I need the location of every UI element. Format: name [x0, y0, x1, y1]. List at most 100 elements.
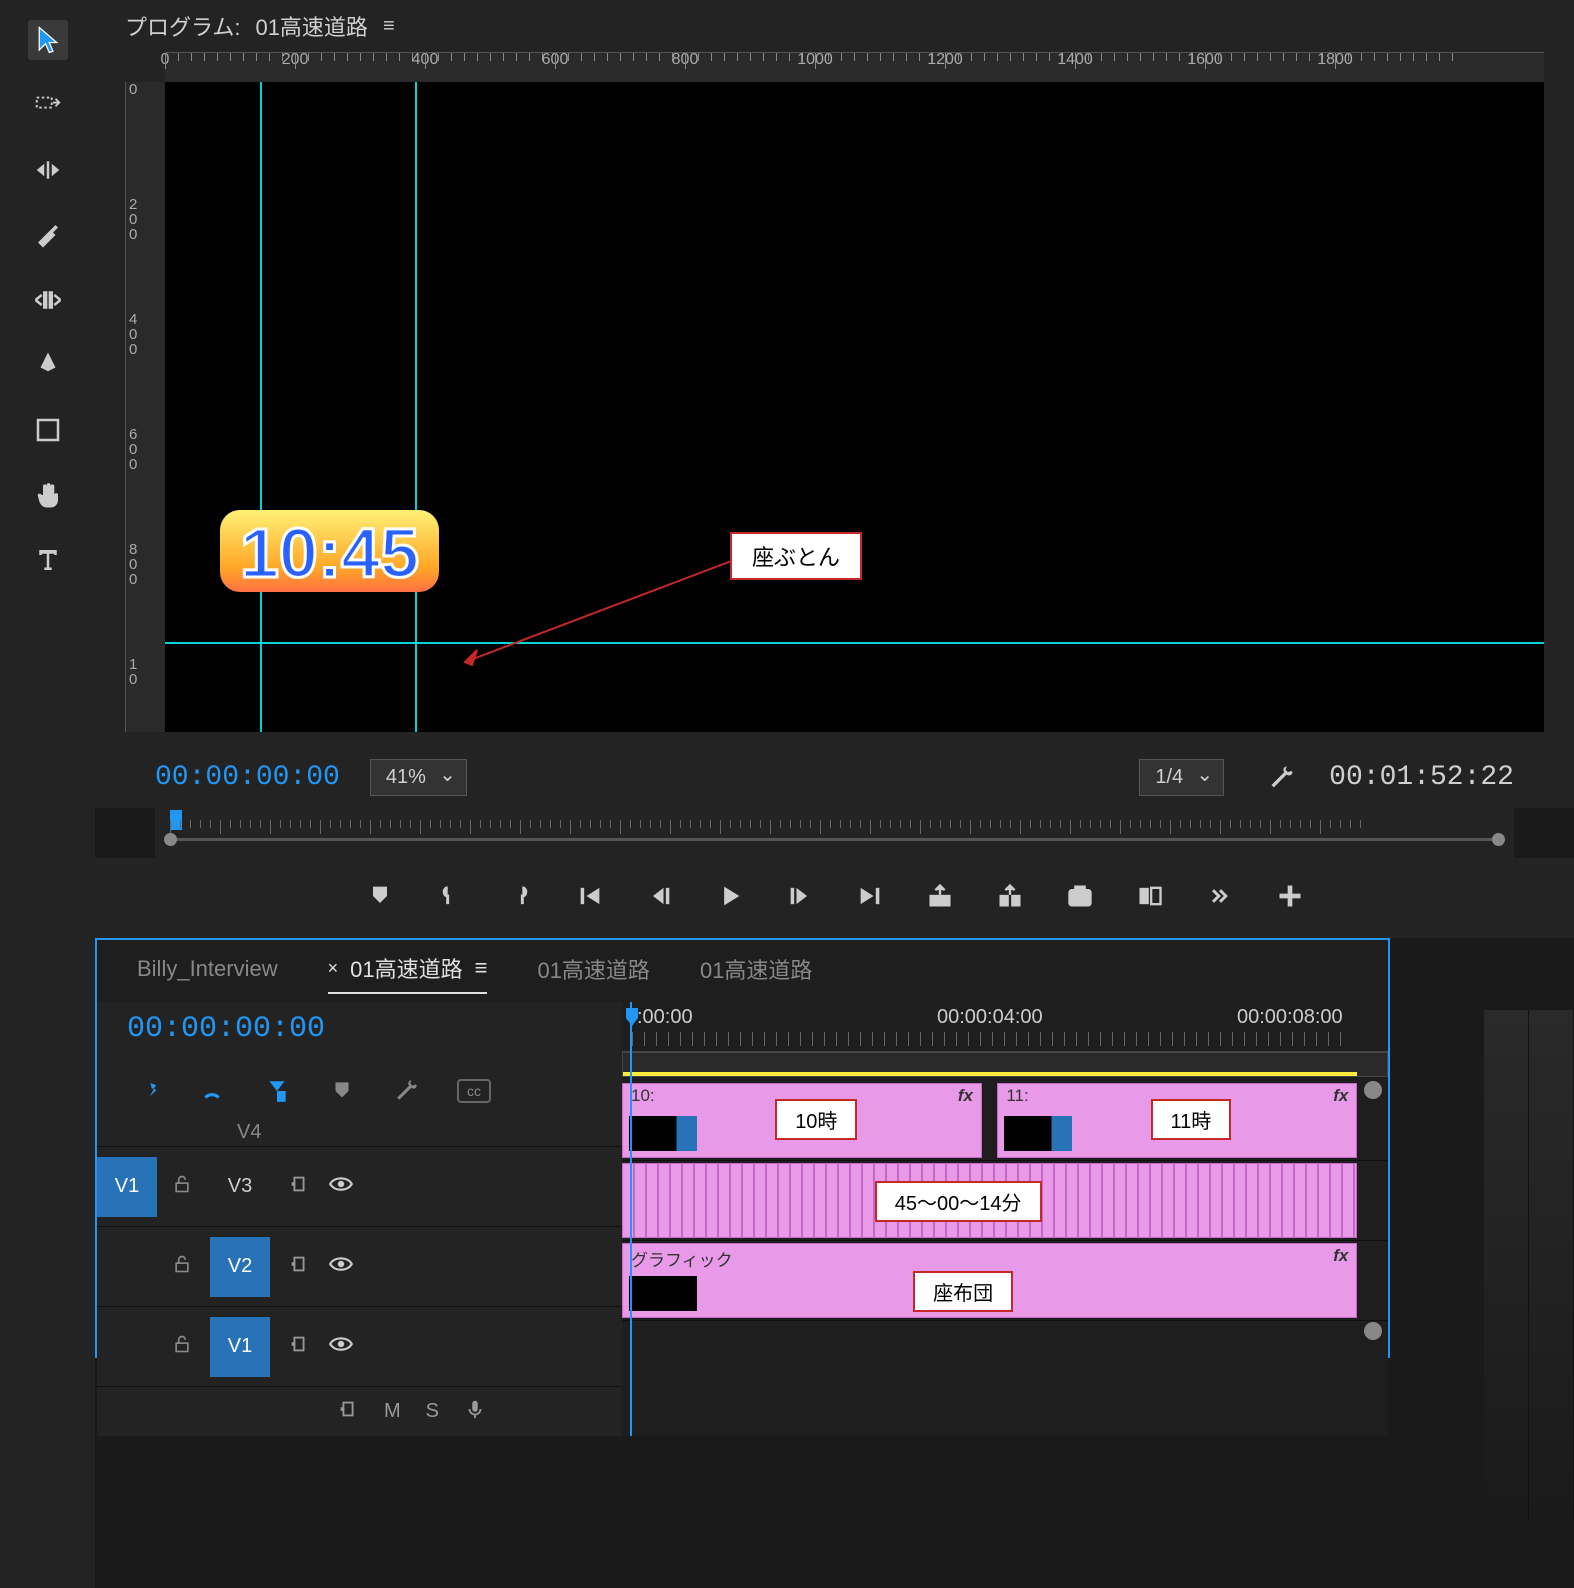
go-to-in-icon[interactable]: [572, 878, 607, 913]
timeline-ruler[interactable]: :00:0000:00:04:0000:00:08:00: [622, 1002, 1388, 1052]
resolution-dropdown[interactable]: 1/4: [1139, 759, 1224, 796]
mute-label[interactable]: M: [384, 1400, 401, 1423]
timeline-content[interactable]: :00:0000:00:04:0000:00:08:00 10:fx10時11:…: [622, 1002, 1388, 1436]
track-target[interactable]: V1: [210, 1317, 270, 1377]
scroll-handle[interactable]: [1364, 1322, 1382, 1340]
track-target[interactable]: V3: [210, 1157, 270, 1217]
track-header-row: V2: [97, 1226, 622, 1306]
timeline-panel: Billy_Interview ×01高速道路≡ 01高速道路 01高速道路 00:0…: [95, 938, 1390, 1358]
razor-tool[interactable]: [28, 215, 68, 255]
annotation-callout: 座ぶとん: [730, 532, 862, 580]
button-editor-icon[interactable]: [1272, 878, 1307, 913]
settings-icon[interactable]: [1264, 760, 1299, 795]
guide-horizontal[interactable]: [165, 642, 1544, 644]
pen-tool[interactable]: [28, 345, 68, 385]
track-v3-clips[interactable]: 10:fx10時11:fx11時: [622, 1081, 1388, 1161]
comparison-view-icon[interactable]: [1132, 878, 1167, 913]
annotation-label: 座布団: [913, 1271, 1013, 1312]
export-frame-icon[interactable]: [1062, 878, 1097, 913]
lift-icon[interactable]: [922, 878, 957, 913]
timeline-tab[interactable]: 01高速道路: [537, 952, 649, 994]
annotation-label: 座ぶとん: [730, 532, 862, 580]
timecode-duration: 00:01:52:22: [1329, 762, 1514, 793]
lock-icon[interactable]: [172, 1334, 192, 1359]
timeline-playhead[interactable]: [630, 1002, 632, 1436]
panel-menu-icon[interactable]: ≡: [475, 955, 488, 981]
snap-icon[interactable]: [132, 1076, 162, 1106]
go-to-out-icon[interactable]: [852, 878, 887, 913]
marker-icon[interactable]: [327, 1076, 357, 1106]
lock-icon[interactable]: [172, 1174, 192, 1199]
more-buttons-icon[interactable]: [1202, 878, 1237, 913]
timeline-playhead-tc[interactable]: 00:00:00:00: [127, 1012, 325, 1046]
step-forward-icon[interactable]: [782, 878, 817, 913]
scrub-bar[interactable]: [155, 808, 1514, 858]
type-tool[interactable]: [28, 540, 68, 580]
eye-icon[interactable]: [328, 1171, 354, 1202]
voiceover-icon[interactable]: [464, 1398, 486, 1426]
set-out-icon[interactable]: [502, 878, 537, 913]
guide-vertical[interactable]: [415, 82, 417, 732]
clock-text: 10:45: [240, 518, 419, 588]
set-in-icon[interactable]: [432, 878, 467, 913]
meter-left: [1484, 1010, 1529, 1520]
hand-tool[interactable]: [28, 475, 68, 515]
transport-controls: [95, 858, 1574, 938]
track-v1-clips[interactable]: グラフィックfx座布団: [622, 1241, 1388, 1321]
solo-label[interactable]: S: [426, 1400, 439, 1423]
scrub-track[interactable]: [170, 838, 1499, 841]
timeline-tab[interactable]: ×01高速道路≡: [328, 952, 488, 994]
timeline-settings-icon[interactable]: [392, 1076, 422, 1106]
track-target[interactable]: V2: [210, 1237, 270, 1297]
track-source-patch[interactable]: [97, 1237, 157, 1297]
timeline-tab[interactable]: Billy_Interview: [137, 952, 278, 994]
program-monitor: 020040060080010001200140016001800 020040…: [95, 52, 1574, 747]
step-back-icon[interactable]: [642, 878, 677, 913]
track-select-tool[interactable]: [28, 85, 68, 125]
slip-tool[interactable]: [28, 280, 68, 320]
ripple-edit-tool[interactable]: [28, 150, 68, 190]
captions-icon[interactable]: cc: [457, 1079, 491, 1103]
annotation-label: 11時: [1151, 1099, 1232, 1140]
timeline-left-header: 00:00:00:00 cc V4 V1 V3: [97, 1002, 622, 1436]
lock-icon[interactable]: [172, 1254, 192, 1279]
eye-icon[interactable]: [328, 1251, 354, 1282]
rectangle-tool[interactable]: [28, 410, 68, 450]
annotation-label: 45～00～14分: [875, 1181, 1042, 1222]
ruler-horizontal[interactable]: 020040060080010001200140016001800: [165, 52, 1544, 82]
track-header-row: V1: [97, 1306, 622, 1386]
tools-panel: [0, 0, 95, 1588]
track-header-row: V1 V3: [97, 1146, 622, 1226]
track-output-icon[interactable]: [288, 1173, 310, 1200]
clock-graphic: 10:45: [220, 510, 439, 592]
add-marker-icon[interactable]: [262, 1076, 292, 1106]
track-output-icon[interactable]: [288, 1253, 310, 1280]
zoom-dropdown[interactable]: 41%: [370, 759, 467, 796]
mark-in-icon[interactable]: [362, 878, 397, 913]
timeline-overview[interactable]: [622, 1052, 1388, 1077]
track-source-patch[interactable]: V1: [97, 1157, 157, 1217]
preview-viewport[interactable]: 10:45 座ぶとん: [165, 82, 1544, 732]
extract-icon[interactable]: [992, 878, 1027, 913]
annotation-label: 10時: [775, 1099, 857, 1140]
guide-vertical[interactable]: [260, 82, 262, 732]
track-source-patch[interactable]: [97, 1317, 157, 1377]
timeline-tab[interactable]: 01高速道路: [700, 952, 812, 994]
audio-track-header: M S: [97, 1386, 622, 1436]
linked-selection-icon[interactable]: [197, 1076, 227, 1106]
play-icon[interactable]: [712, 878, 747, 913]
timeline-tools: cc: [97, 1056, 622, 1121]
track-output-icon[interactable]: [337, 1398, 359, 1426]
program-header: プログラム: 01高速道路 ≡: [95, 0, 1574, 52]
selection-tool[interactable]: [28, 20, 68, 60]
eye-icon[interactable]: [328, 1331, 354, 1362]
track-output-icon[interactable]: [288, 1333, 310, 1360]
panel-menu-icon[interactable]: ≡: [383, 15, 395, 38]
scroll-handle[interactable]: [1364, 1081, 1382, 1099]
program-title: 01高速道路: [255, 10, 367, 42]
close-icon[interactable]: ×: [328, 958, 339, 979]
audio-meters: 0-6-12-18-24-30: [1484, 1010, 1574, 1520]
timecode-current[interactable]: 00:00:00:00: [155, 762, 340, 793]
ruler-vertical[interactable]: 020040060080010: [125, 82, 165, 732]
track-v2-clips[interactable]: 45～00～14分: [622, 1161, 1388, 1241]
